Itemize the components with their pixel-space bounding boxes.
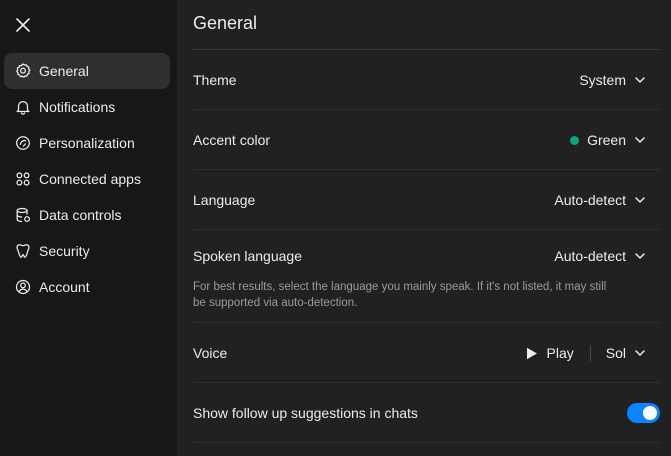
user-icon (13, 277, 33, 297)
sidebar-item-label: Account (39, 279, 90, 295)
accent-color-value: Green (587, 132, 626, 148)
spoken-language-helper-text: For best results, select the language yo… (193, 281, 607, 309)
sidebar-item-label: Personalization (39, 135, 135, 151)
voice-row: Voice Play Sol (193, 323, 660, 383)
sidebar-item-general[interactable]: General (4, 53, 170, 89)
close-icon (16, 18, 30, 32)
chevron-down-icon (634, 74, 646, 86)
settings-main: General Theme System Accent color Green (177, 0, 671, 456)
theme-label: Theme (193, 72, 237, 88)
settings-window: General Notifications Personalization Co… (0, 0, 671, 456)
sidebar-item-personalization[interactable]: Personalization (4, 125, 170, 161)
voice-value: Sol (605, 345, 626, 361)
shield-icon (13, 241, 33, 261)
database-icon (13, 205, 33, 225)
language-row: Language Auto-detect (193, 170, 660, 230)
bell-icon (13, 97, 33, 117)
page-title: General (193, 13, 258, 33)
chevron-down-icon (634, 250, 646, 262)
apps-icon (13, 169, 33, 189)
spoken-language-select[interactable]: Auto-detect (554, 248, 646, 264)
theme-value: System (579, 72, 626, 88)
followup-suggestions-row: Show follow up suggestions in chats (193, 383, 660, 443)
followup-suggestions-toggle[interactable] (627, 403, 660, 423)
gear-icon (13, 61, 33, 81)
accent-color-select[interactable]: Green (570, 132, 646, 148)
voice-controls: Play Sol (526, 345, 646, 361)
sidebar-item-account[interactable]: Account (4, 269, 170, 305)
sidebar-item-connected-apps[interactable]: Connected apps (4, 161, 170, 197)
followup-suggestions-label: Show follow up suggestions in chats (193, 405, 418, 421)
accent-color-label: Accent color (193, 132, 271, 148)
toggle-knob (643, 406, 657, 420)
spoken-language-row: Spoken language Auto-detect For best res… (193, 230, 660, 323)
play-label: Play (546, 345, 574, 361)
chevron-down-icon (634, 194, 646, 206)
spoken-language-label: Spoken language (193, 248, 302, 264)
voice-select[interactable]: Sol (606, 345, 646, 361)
sidebar-item-data-controls[interactable]: Data controls (4, 197, 170, 233)
language-value: Auto-detect (554, 192, 626, 208)
settings-nav: General Notifications Personalization Co… (4, 53, 170, 305)
spoken-language-value: Auto-detect (554, 248, 626, 264)
accent-color-row: Accent color Green (193, 110, 660, 170)
close-button[interactable] (11, 13, 35, 37)
accent-color-swatch (570, 135, 580, 145)
chevron-down-icon (634, 134, 646, 146)
sidebar-item-label: General (39, 63, 89, 79)
sidebar-item-label: Connected apps (39, 171, 141, 187)
personalization-icon (13, 133, 33, 153)
sidebar-item-label: Notifications (39, 99, 116, 115)
voice-divider (589, 345, 591, 361)
voice-label: Voice (193, 345, 228, 361)
settings-sidebar: General Notifications Personalization Co… (0, 0, 177, 456)
language-select[interactable]: Auto-detect (554, 192, 646, 208)
sidebar-item-label: Security (39, 243, 90, 259)
language-label: Language (193, 192, 256, 208)
chevron-down-icon (634, 347, 646, 359)
sidebar-item-label: Data controls (39, 207, 122, 223)
play-voice-button[interactable]: Play (526, 345, 574, 361)
theme-select[interactable]: System (579, 72, 646, 88)
theme-row: Theme System (193, 50, 660, 110)
sidebar-item-security[interactable]: Security (4, 233, 170, 269)
play-icon (526, 347, 537, 359)
sidebar-item-notifications[interactable]: Notifications (4, 89, 170, 125)
